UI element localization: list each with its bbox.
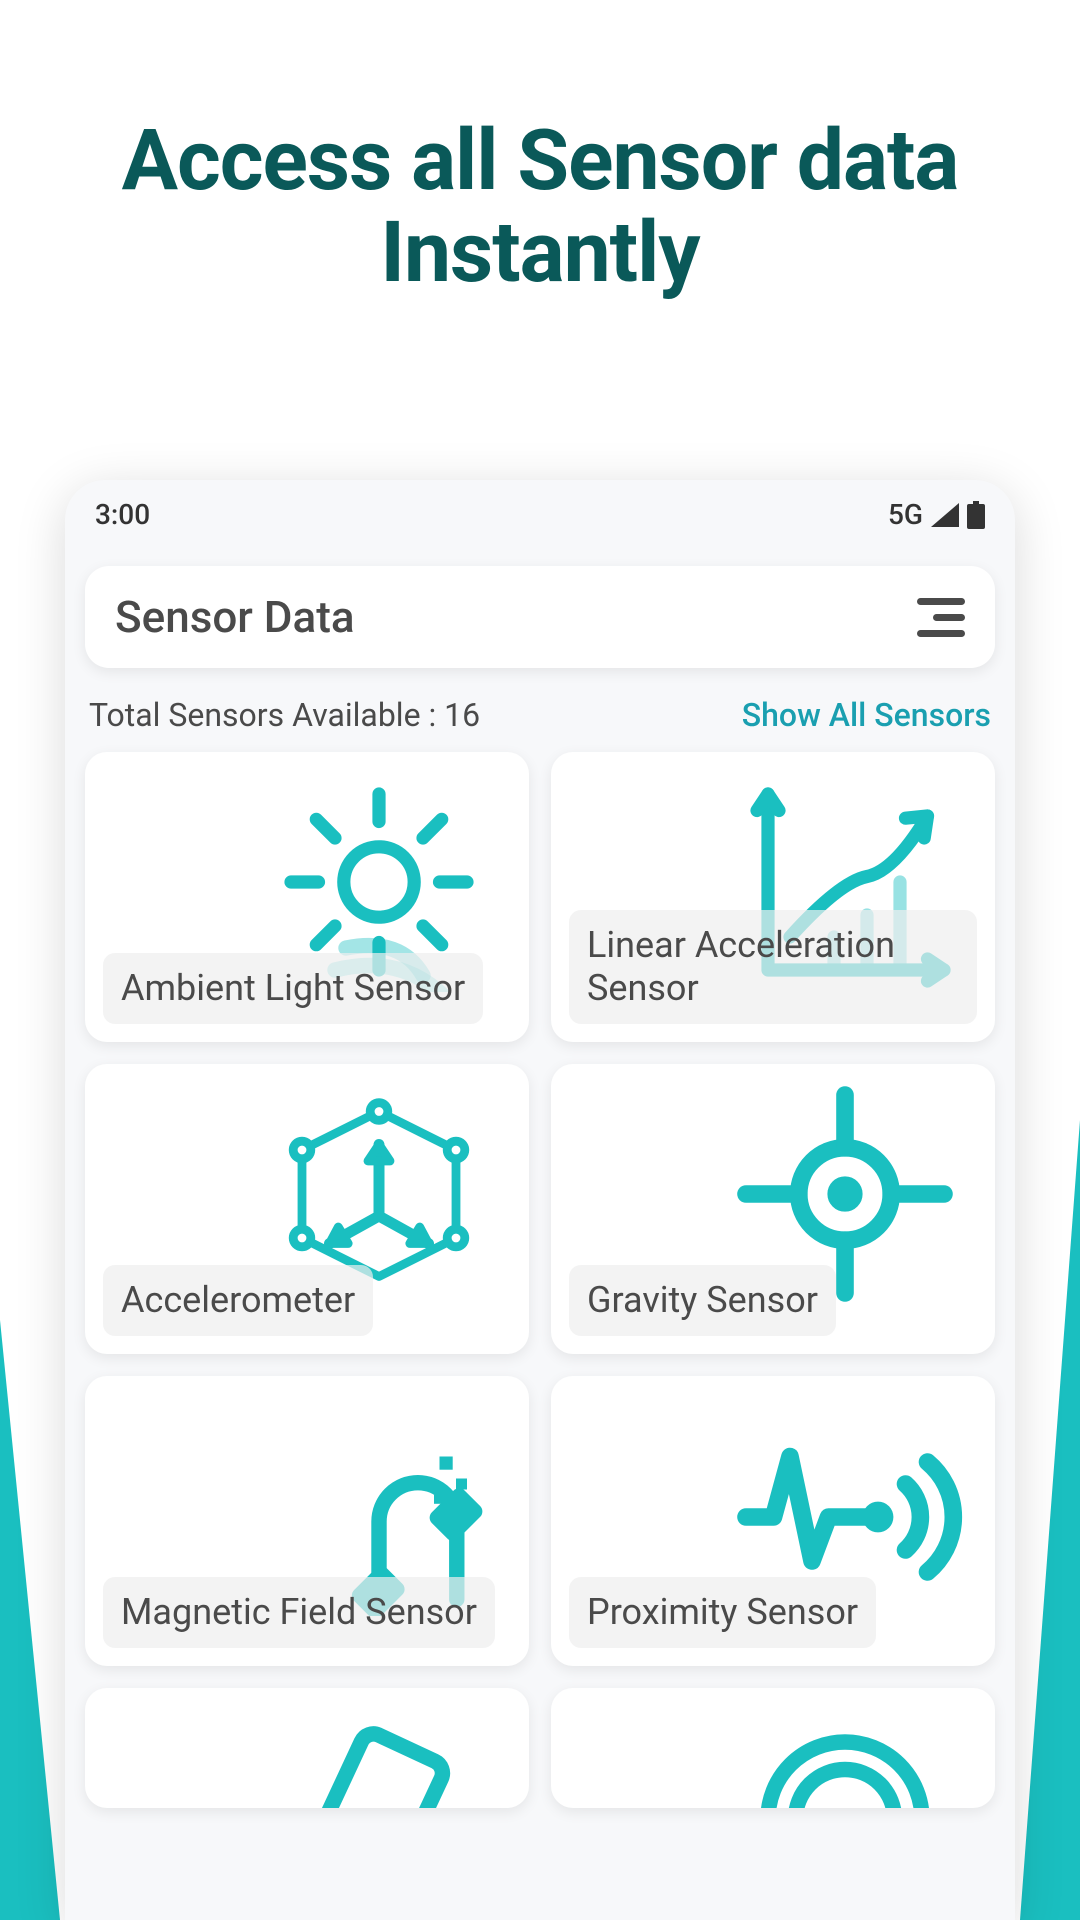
sensor-label: Gravity Sensor — [569, 1265, 836, 1336]
signal-icon — [931, 503, 959, 527]
phone-mockup: 3:00 5G Sensor Data Total Sensors Availa… — [65, 480, 1015, 1920]
background-triangle-left — [0, 1320, 60, 1920]
circle-lines-icon — [725, 1698, 965, 1808]
status-indicators: 5G — [888, 498, 985, 531]
network-label: 5G — [888, 498, 923, 531]
sensor-label: Linear Acceleration Sensor — [569, 910, 977, 1024]
sensor-card-proximity[interactable]: Proximity Sensor — [551, 1376, 995, 1666]
sensor-card-gravity[interactable]: Gravity Sensor — [551, 1064, 995, 1354]
total-sensors-label: Total Sensors Available : 16 — [89, 696, 480, 734]
sensor-card-magnetic-field[interactable]: Magnetic Field Sensor — [85, 1376, 529, 1666]
menu-icon[interactable] — [917, 598, 965, 637]
sensor-card-ambient-light[interactable]: Ambient Light Sensor — [85, 752, 529, 1042]
sensor-card-partial-left[interactable] — [85, 1688, 529, 1808]
sensor-card-partial-right[interactable] — [551, 1688, 995, 1808]
promo-headline: Access all Sensor data Instantly — [0, 0, 1080, 300]
status-time: 3:00 — [95, 498, 150, 531]
sensor-card-linear-acceleration[interactable]: Linear Acceleration Sensor — [551, 752, 995, 1042]
sensor-label: Accelerometer — [103, 1265, 373, 1336]
sensor-label: Ambient Light Sensor — [103, 953, 483, 1024]
app-header: Sensor Data — [85, 566, 995, 668]
show-all-link[interactable]: Show All Sensors — [742, 696, 991, 734]
rotation-icon — [259, 1698, 499, 1808]
sensor-grid: Ambient Light Sensor Linear Acceleration… — [65, 752, 1015, 1808]
app-title: Sensor Data — [115, 591, 355, 643]
background-triangle-right — [1020, 1120, 1080, 1920]
battery-icon — [967, 501, 985, 529]
sensor-label: Proximity Sensor — [569, 1577, 876, 1648]
sensor-label: Magnetic Field Sensor — [103, 1577, 495, 1648]
sensor-card-accelerometer[interactable]: Accelerometer — [85, 1064, 529, 1354]
status-bar: 3:00 5G — [65, 480, 1015, 541]
summary-row: Total Sensors Available : 16 Show All Se… — [65, 668, 1015, 752]
